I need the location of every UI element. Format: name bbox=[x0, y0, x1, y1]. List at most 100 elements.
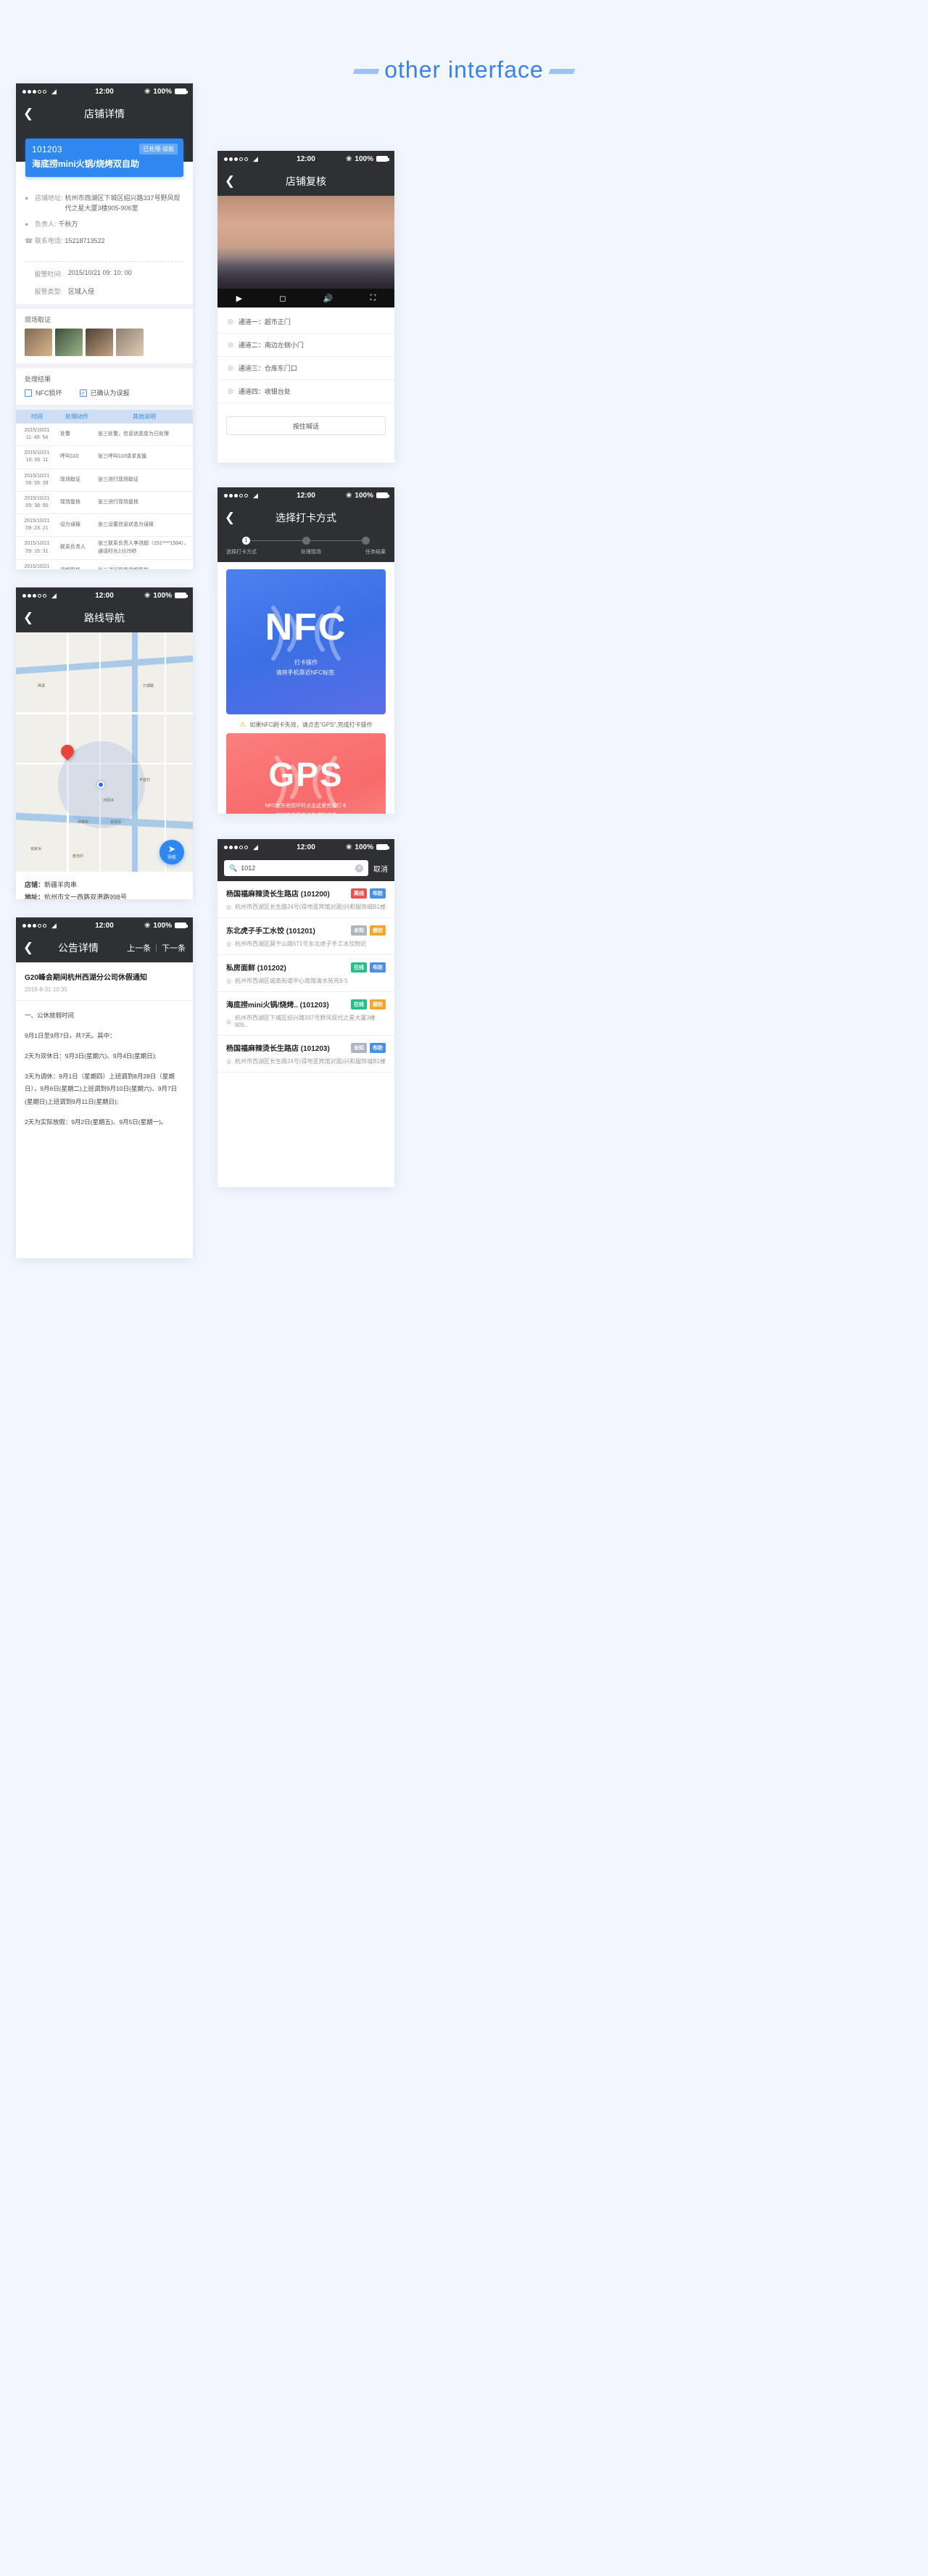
info-row-phone[interactable]: ☎ 联系电话: 15218713522 bbox=[25, 236, 184, 247]
channel-item[interactable]: ◎ 通道一：超市正门 bbox=[218, 310, 394, 334]
gps-line1: NFC完失效损坏时点击这里完成打卡 bbox=[265, 803, 347, 809]
location-pin-icon: ◎ bbox=[228, 318, 233, 325]
shop-card[interactable]: 已处理-误报 101203 海底捞mini火锅/烧烤双自助 bbox=[25, 139, 183, 177]
map-label: 日晖桥 bbox=[78, 820, 89, 825]
search-input[interactable]: 🔍 1012 ✕ bbox=[224, 860, 368, 876]
status-badge: 布防 bbox=[370, 888, 386, 899]
camera-icon[interactable]: ◻ bbox=[279, 294, 286, 303]
battery-icon bbox=[175, 88, 188, 94]
photo-thumbnail[interactable] bbox=[86, 329, 113, 356]
fullscreen-icon[interactable]: ⛶ bbox=[370, 294, 376, 303]
screen-notice-detail: ◢ 12:00 ❀ 100% ❮ 公告详情 上一条 | 下一条 G20峰会期间杭… bbox=[16, 917, 193, 1258]
next-notice-button[interactable]: 下一条 bbox=[162, 942, 186, 954]
cell-time: 2015/10/21 10: 05: 11 bbox=[16, 445, 58, 469]
result-name: 杨国福麻辣烫长生路店 (101203) bbox=[226, 1045, 330, 1053]
cell-action: 现场取证 bbox=[58, 468, 96, 492]
status-badge: 布防 bbox=[370, 962, 386, 973]
result-tags: 在线 布防 bbox=[351, 962, 386, 973]
shop-name: 海底捞mini火锅/烧烤双自助 bbox=[32, 159, 140, 169]
nav-title: 店铺复核 bbox=[286, 176, 326, 187]
volume-icon[interactable]: 🔊 bbox=[323, 294, 334, 303]
nav-title: 店铺详情 bbox=[84, 108, 125, 120]
nfc-checkin-card[interactable]: NFC 打卡操作 请将手机靠近NFC标签. bbox=[226, 569, 386, 714]
cell-time: 2015/10/21 09: 38: 00 bbox=[16, 491, 58, 515]
nfc-warning: ⚠ 如果NFC刷卡失效，请点击"GPS",完成打卡操作 bbox=[218, 714, 394, 733]
gps-checkin-card[interactable]: GPS NFC完失效损坏时点击这里完成打卡 本次操作将自动生成报修单 bbox=[226, 733, 386, 814]
channel-item[interactable]: ◎ 通道四：收银台处 bbox=[218, 380, 394, 403]
cell-action: 设为误报 bbox=[58, 513, 96, 537]
info-label: 联系电话: bbox=[35, 236, 63, 244]
channel-label: 通道三：仓库东门口 bbox=[238, 365, 297, 372]
clear-circle-icon[interactable]: ✕ bbox=[355, 864, 363, 872]
play-icon[interactable]: ▶ bbox=[236, 294, 242, 303]
notice-body: 一、公休放假时间 9月1日至9月7日，共7天。其中： 2天为双休日：9月3日(星期六… bbox=[16, 1001, 193, 1145]
result-name-row: 东北虎子手工水饺 (101201) 未知 撤防 bbox=[226, 925, 386, 936]
photo-thumbnail[interactable] bbox=[25, 329, 52, 356]
shop-label: 店铺： bbox=[25, 881, 45, 888]
channel-list: ◎ 通道一：超市正门 ◎ 通道二：南边左侧小门 ◎ 通道三：仓库东门口 ◎ 通道四：收银台处 bbox=[218, 307, 394, 406]
nav-bar: ❮ 店铺复核 bbox=[218, 167, 394, 196]
prev-notice-button[interactable]: 上一条 bbox=[127, 942, 151, 954]
status-right: ❀ 100% bbox=[346, 154, 389, 163]
screen-shop-search: ◢ 12:00 ❀ 100% 🔍 1012 ✕ 取消 杨国福麻辣烫长生路店 (1… bbox=[218, 839, 394, 1187]
step-label-1: 选择打卡方式 bbox=[226, 550, 257, 555]
map-destination-pin-icon bbox=[58, 742, 77, 762]
navigation-arrow-icon: ➤ bbox=[167, 843, 176, 854]
channel-item[interactable]: ◎ 通道二：南边左侧小门 bbox=[218, 334, 394, 357]
status-badge: 未知 bbox=[351, 1042, 367, 1053]
photo-thumbnail[interactable] bbox=[116, 329, 144, 356]
screen-shop-detail: ◢ 12:00 ❀ 100% ❮ 店铺详情 已处理-误报 101203 海底捞m… bbox=[16, 83, 193, 569]
step-label-2: 处理现场 bbox=[301, 550, 321, 555]
push-to-talk-button[interactable]: 按住喊话 bbox=[226, 416, 386, 435]
channel-item[interactable]: ◎ 通道三：仓库东门口 bbox=[218, 357, 394, 380]
checkbox-nfc-damaged[interactable]: NFC损坏 bbox=[25, 388, 62, 397]
bluetooth-icon: ❀ bbox=[346, 154, 352, 163]
divider bbox=[25, 261, 184, 262]
search-result-item[interactable]: 海底捞mini火锅/烧烤.. (101203) 在线 撤防 ◎ 杭州市西湖区下城区绍兴路… bbox=[218, 992, 394, 1036]
search-value: 1012 bbox=[241, 864, 256, 872]
person-icon: ● bbox=[25, 220, 29, 228]
status-badge: 在线 bbox=[351, 962, 367, 973]
video-preview[interactable] bbox=[218, 196, 394, 289]
phone-icon: ☎ bbox=[25, 236, 33, 244]
addr-label: 地址： bbox=[25, 893, 45, 899]
location-pin-icon: ◎ bbox=[226, 1058, 231, 1065]
status-right: ❀ 100% bbox=[346, 843, 389, 851]
map-view[interactable]: 西溪 万塘路 钱家浜 施浩村 丰登村 河源浜 谢源浜 日晖桥 ➤ 导航 bbox=[16, 632, 193, 872]
info-row-owner: ● 负责人: 千秋万 bbox=[25, 220, 184, 230]
result-address: 杭州市西湖区长生路24号(得地亚宾馆对面)兴和服饰城B1楼 bbox=[234, 904, 386, 910]
navigate-button[interactable]: ➤ 导航 bbox=[160, 840, 184, 864]
search-result-item[interactable]: 杨国福麻辣烫长生路店 (101203) 未知 布防 ◎ 杭州市西湖区长生路24号(得地亚… bbox=[218, 1036, 394, 1073]
result-address-row: ◎ 杭州市西湖区长生路24号(得地亚宾馆对面)兴和服饰城B1楼 bbox=[226, 903, 386, 911]
table-row: 2015/10/2109: 15: 11视频复核张三进行现场视频复核 bbox=[16, 559, 193, 569]
nav-bar: ❮ 选择打卡方式 bbox=[218, 503, 394, 532]
shop-value: 新疆羊肉串 bbox=[44, 881, 78, 888]
table-row: 2015/10/21 09: 15: 31 联系负责人 张三联系负责人李进超（151*… bbox=[16, 536, 193, 560]
cell-action: 视频复核 bbox=[58, 559, 96, 569]
step-indicator: 1 选择打卡方式 处理现场 任务结果 bbox=[218, 532, 394, 562]
cell-action: 现场复核 bbox=[58, 491, 96, 515]
status-badge: 离线 bbox=[351, 888, 367, 899]
navigate-label: 导航 bbox=[167, 856, 176, 860]
channel-label: 通道一：超市正门 bbox=[238, 318, 291, 326]
photo-thumbnail[interactable] bbox=[55, 329, 83, 356]
info-label: 店铺地址: bbox=[35, 194, 63, 202]
cell-desc: 张三处警，信息状态变为已处理 bbox=[96, 424, 193, 447]
checkbox-false-alarm[interactable]: ✓ 已确认为误报 bbox=[79, 388, 130, 397]
search-result-item[interactable]: 私房面鲜 (101202) 在线 布防 ◎ 杭州市西湖区城南街道中心南路清水苑充9-5 bbox=[218, 955, 394, 992]
section-separator bbox=[16, 363, 193, 368]
search-result-item[interactable]: 杨国福麻辣烫长生路店 (101200) 离线 布防 ◎ 杭州市西湖区长生路24号(得地亚… bbox=[218, 881, 394, 918]
cancel-button[interactable]: 取消 bbox=[373, 863, 388, 874]
title-dash-left bbox=[352, 69, 380, 75]
cell-time: 2015/10/21 09: 23: 21 bbox=[16, 513, 58, 537]
alarm-label: 报警时间: bbox=[34, 271, 62, 278]
search-result-item[interactable]: 东北虎子手工水饺 (101201) 未知 撤防 ◎ 杭州市西湖区莫干山路571号东北虎子… bbox=[218, 918, 394, 955]
status-battery-pct: 100% bbox=[355, 154, 373, 163]
location-pin-icon: ◎ bbox=[226, 978, 231, 984]
video-controls: ▶ ◻ 🔊 ⛶ bbox=[218, 289, 394, 307]
location-pin-icon: ◎ bbox=[228, 341, 233, 348]
checkbox-label: NFC损坏 bbox=[36, 389, 62, 397]
result-name-row: 杨国福麻辣烫长生路店 (101203) 未知 布防 bbox=[226, 1042, 386, 1053]
warning-triangle-icon: ⚠ bbox=[239, 721, 246, 729]
gps-line2: 本次操作将自动生成报修单 bbox=[265, 811, 347, 814]
